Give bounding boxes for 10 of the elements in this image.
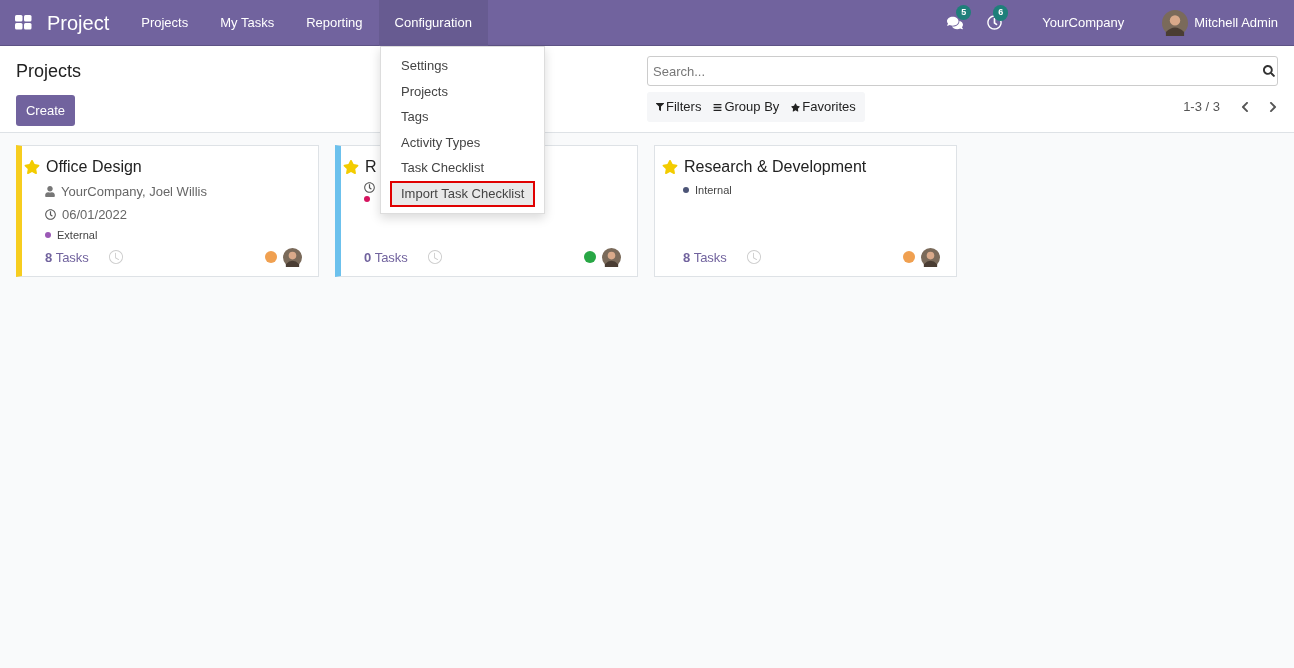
project-title: Office Design [46,157,142,177]
project-title: R [365,157,377,177]
tag-label: Internal [695,183,732,198]
count-badge: 5 [956,4,972,20]
tag-label: External [57,228,98,243]
project-customer: YourCompany, Joel Willis [61,183,207,201]
project-date: 06/01/2022 [62,205,128,224]
project-title: Research & Development [684,157,867,177]
page-title: Projects [16,60,82,83]
count-badge: 6 [993,5,1009,21]
